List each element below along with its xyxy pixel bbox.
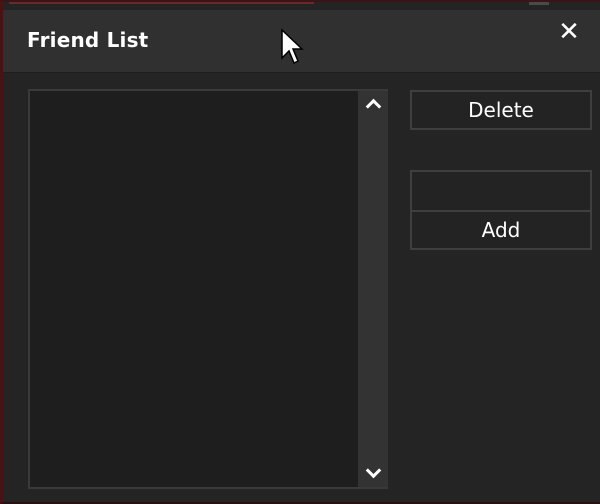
- close-icon[interactable]: ✕: [554, 18, 584, 46]
- add-button[interactable]: Add: [410, 210, 592, 250]
- friend-name-input[interactable]: [410, 170, 592, 212]
- friend-list-box[interactable]: [28, 89, 388, 489]
- chevron-up-icon: [365, 98, 381, 115]
- chevron-down-icon: [365, 462, 381, 479]
- window-title: Friend List: [27, 28, 149, 52]
- top-accent-mark: [529, 2, 549, 5]
- mouse-pointer-icon: [281, 28, 304, 65]
- friend-list-window: Friend List ✕ Delete Add: [0, 0, 600, 504]
- friend-list-scrollbar[interactable]: [358, 91, 388, 487]
- scroll-down-button[interactable]: [358, 459, 388, 485]
- top-accent-bar: [9, 2, 314, 4]
- delete-button[interactable]: Delete: [410, 90, 592, 130]
- scroll-up-button[interactable]: [358, 95, 388, 121]
